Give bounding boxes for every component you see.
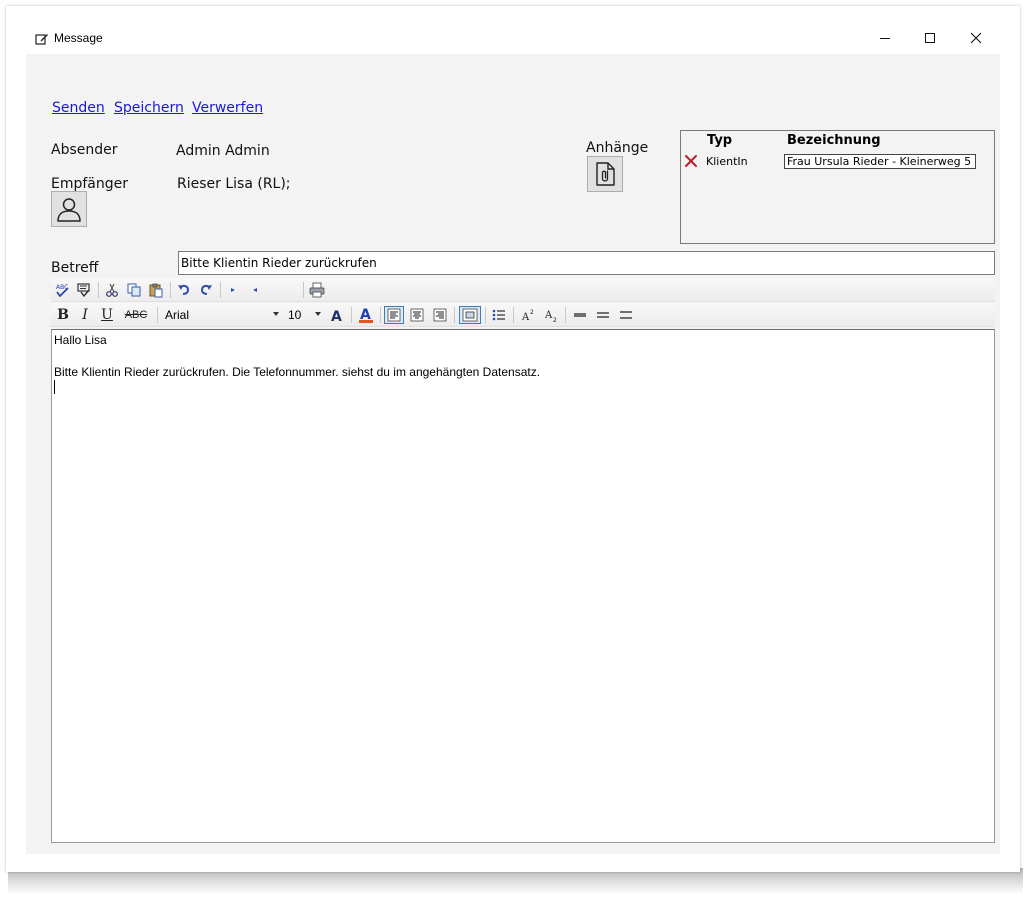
spellcheck-icon[interactable]: ABC <box>54 281 72 299</box>
paperclip-document-icon <box>596 162 615 186</box>
toolbar-separator <box>157 307 158 323</box>
body-line-greeting: Hallo Lisa <box>54 333 107 347</box>
close-icon <box>970 32 982 44</box>
paste-icon[interactable] <box>147 281 165 299</box>
bold-button[interactable]: B <box>54 306 72 324</box>
toolbar-separator <box>513 307 514 323</box>
subject-input[interactable]: Bitte Klientin Rieder zurückrufen <box>178 251 995 275</box>
align-left-icon[interactable] <box>384 306 404 324</box>
line-spacing-medium-icon[interactable] <box>593 306 613 324</box>
message-form: Senden Speichern Verwerfen Absender Admi… <box>26 54 1000 854</box>
svg-text:2: 2 <box>553 317 557 323</box>
font-grow-icon[interactable]: A <box>327 306 347 324</box>
close-button[interactable] <box>956 22 996 54</box>
select-recipient-button[interactable] <box>51 191 87 227</box>
toolbar-separator <box>170 282 171 298</box>
attachments-list: Typ Bezeichnung KlientIn Frau Ursula Rie… <box>680 130 995 244</box>
toolbar-separator <box>220 282 221 298</box>
svg-text:A: A <box>521 312 530 323</box>
edit-note-icon <box>35 31 49 45</box>
column-header-type: Typ <box>707 133 733 148</box>
title-bar[interactable]: Message <box>6 6 1020 54</box>
word-wrap-icon[interactable] <box>459 306 481 324</box>
copy-icon[interactable] <box>125 281 143 299</box>
sender-value: Admin Admin <box>176 143 270 159</box>
minimize-icon <box>880 38 890 39</box>
toolbar-separator <box>380 307 381 323</box>
underline-button[interactable]: U <box>98 306 116 324</box>
print-icon[interactable] <box>308 281 326 299</box>
window-title: Message <box>54 31 103 45</box>
attachment-type: KlientIn <box>706 155 748 168</box>
svg-text:2: 2 <box>530 309 534 316</box>
redo-icon[interactable] <box>197 281 215 299</box>
indent-increase-icon[interactable] <box>247 281 263 299</box>
toolbar-separator <box>351 307 352 323</box>
maximize-button[interactable] <box>910 22 950 54</box>
subject-label: Betreff <box>51 260 99 276</box>
message-body-editor[interactable]: Hallo Lisa Bitte Klientin Rieder zurückr… <box>51 329 995 843</box>
bullet-list-icon[interactable] <box>489 306 509 324</box>
strikethrough-button[interactable]: ABC <box>121 306 151 324</box>
align-right-icon[interactable] <box>430 306 450 324</box>
chevron-down-icon[interactable] <box>315 312 321 316</box>
recipient-label: Empfänger <box>51 176 129 192</box>
sender-label: Absender <box>51 142 118 158</box>
red-x-icon[interactable] <box>684 153 698 167</box>
line-spacing-single-icon[interactable] <box>570 306 590 324</box>
maximize-icon <box>925 33 935 43</box>
send-link[interactable]: Senden <box>52 100 105 116</box>
text-color-icon[interactable]: A <box>355 306 377 324</box>
align-center-icon[interactable] <box>407 306 427 324</box>
message-window: Message Senden Speichern Verwerfen Absen… <box>6 6 1020 872</box>
editor-toolbar-format: B I U ABC Arial 10 A A A 2 A 2 <box>51 303 995 327</box>
body-line-message: Bitte Klientin Rieder zurückrufen. Die T… <box>54 365 541 379</box>
text-caret <box>54 380 55 394</box>
toolbar-separator <box>98 282 99 298</box>
discard-link[interactable]: Verwerfen <box>192 100 263 116</box>
save-link[interactable]: Speichern <box>114 100 184 116</box>
italic-button[interactable]: I <box>76 306 94 324</box>
toolbar-separator <box>565 307 566 323</box>
undo-icon[interactable] <box>175 281 193 299</box>
toolbar-separator <box>485 307 486 323</box>
line-spacing-double-icon[interactable] <box>616 306 636 324</box>
subscript-icon[interactable]: A2 <box>541 306 561 324</box>
minimize-button[interactable] <box>865 22 905 54</box>
font-family-select[interactable]: Arial <box>162 305 280 325</box>
toolbar-separator <box>303 282 304 298</box>
svg-text:A: A <box>331 309 342 323</box>
column-header-description: Bezeichnung <box>787 133 881 148</box>
person-icon <box>57 198 81 222</box>
thesaurus-icon[interactable] <box>75 281 93 299</box>
chevron-down-icon[interactable] <box>273 312 279 316</box>
attachments-label: Anhänge <box>586 140 649 156</box>
superscript-icon[interactable]: A2 <box>518 306 538 324</box>
toolbar-separator <box>454 307 455 323</box>
cut-icon[interactable] <box>103 281 121 299</box>
add-attachment-button[interactable] <box>587 156 623 192</box>
recipient-value: Rieser Lisa (RL); <box>177 176 291 192</box>
editor-toolbar-top: ABC <box>51 278 995 302</box>
svg-text:A: A <box>544 310 553 321</box>
attachment-description[interactable]: Frau Ursula Rieder - Kleinerweg 5 - 80 <box>784 154 976 169</box>
indent-decrease-icon[interactable] <box>225 281 241 299</box>
